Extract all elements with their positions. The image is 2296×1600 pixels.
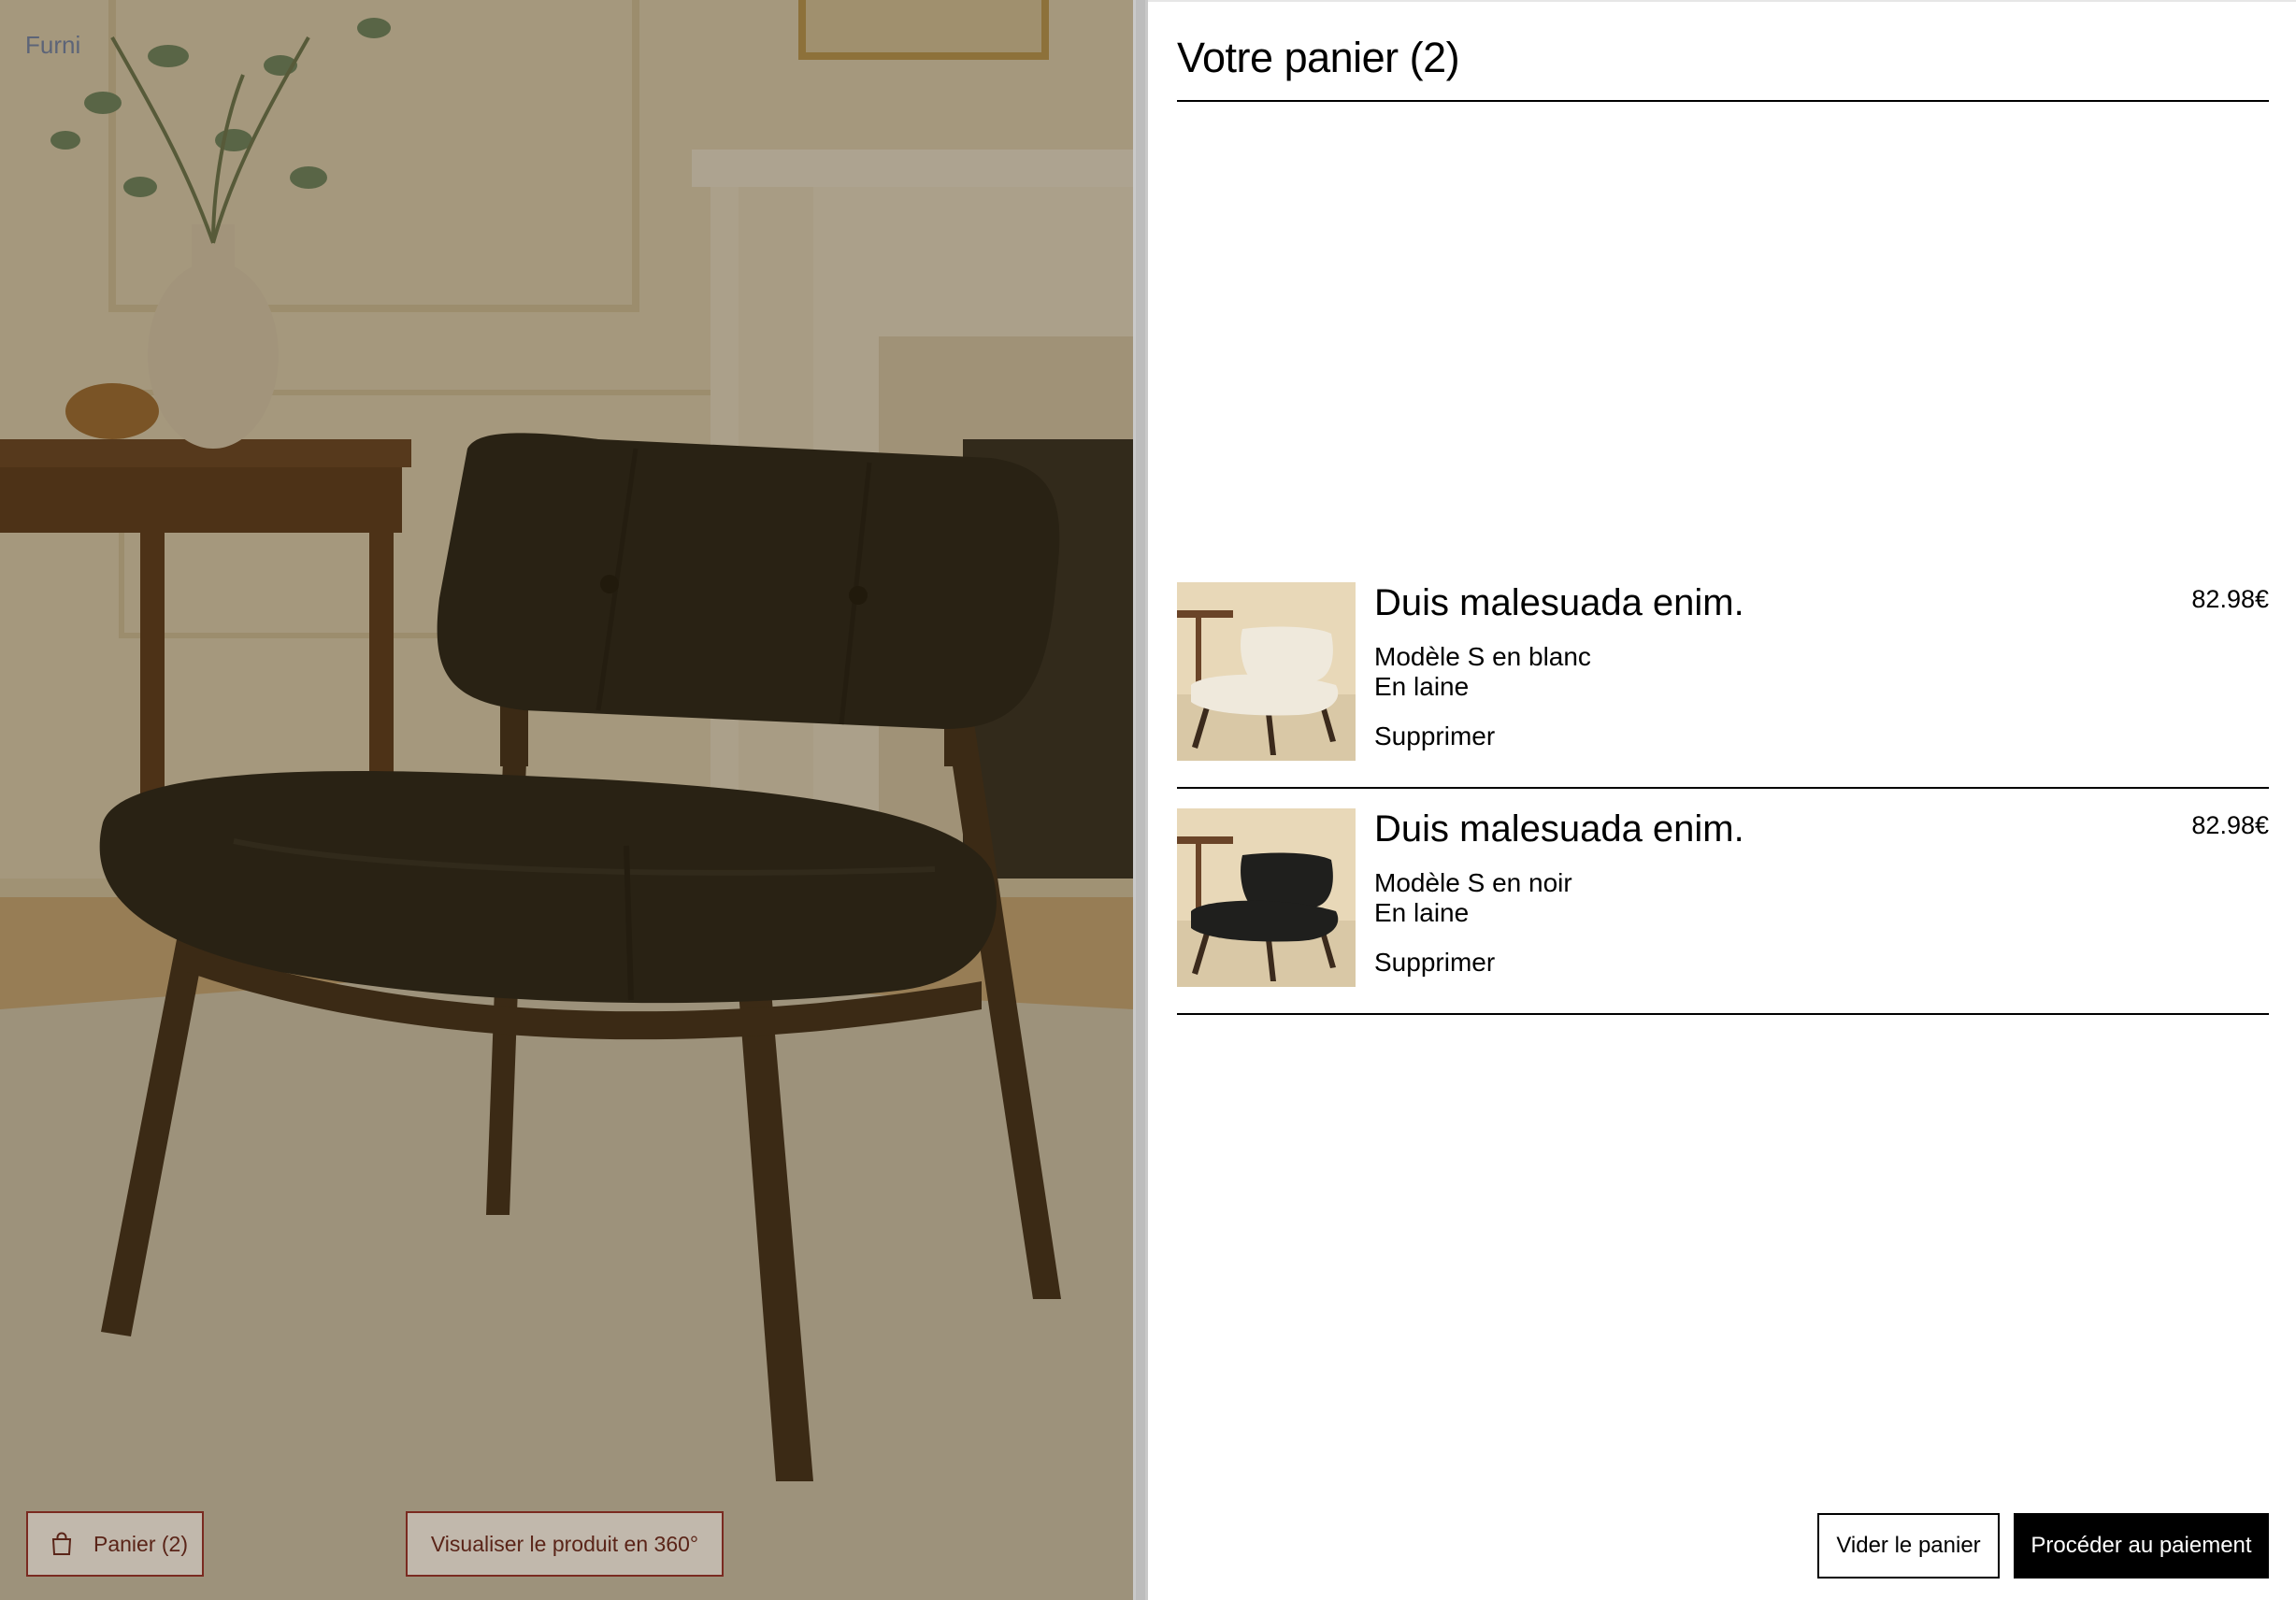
cart-button-label: Panier (2) [93,1531,188,1556]
remove-item-button[interactable]: Supprimer [1374,721,1495,751]
product-hero: Furni Panier (2) Visualiser le produit e… [0,0,1133,1600]
item-variant: Modèle S en noir [1374,868,1572,897]
brand-logo-link[interactable]: Furni [25,31,80,60]
product-thumbnail[interactable] [1177,808,1356,987]
view-360-label: Visualiser le produit en 360° [430,1531,699,1556]
view-360-button[interactable]: Visualiser le produit en 360° [406,1511,724,1577]
scrollbar-track[interactable] [1133,0,1148,1600]
item-material: En laine [1374,672,1470,701]
item-divider [1177,1013,2269,1015]
cart-panel: Votre panier (2) Duis malesuada enim. Mo… [1148,0,2296,1600]
shopping-bag-icon [51,1532,72,1555]
clear-cart-button[interactable]: Vider le panier [1817,1513,2000,1579]
cart-title: Votre panier (2) [1177,34,1460,81]
item-price: 82.98€ [2191,811,2269,839]
item-divider [1177,787,2269,789]
item-variant: Modèle S en blanc [1374,642,1591,671]
chair-black-thumbnail-image [1177,808,1356,987]
item-name: Duis malesuada enim. [1374,808,1744,850]
cart-item: Duis malesuada enim. Modèle S en blanc E… [1177,582,2269,761]
cart-button[interactable]: Panier (2) [26,1511,204,1577]
title-divider [1177,100,2269,102]
product-thumbnail[interactable] [1177,582,1356,761]
chair-white-thumbnail-image [1177,582,1356,761]
item-material: En laine [1374,898,1470,927]
hero-dim-overlay [0,0,1133,1600]
item-name: Duis malesuada enim. [1374,582,1744,623]
item-price: 82.98€ [2191,585,2269,613]
checkout-button[interactable]: Procéder au paiement [2014,1513,2269,1579]
cart-item: Duis malesuada enim. Modèle S en noir En… [1177,808,2269,987]
remove-item-button[interactable]: Supprimer [1374,948,1495,978]
scrollbar-thumb[interactable] [1136,0,1145,1600]
